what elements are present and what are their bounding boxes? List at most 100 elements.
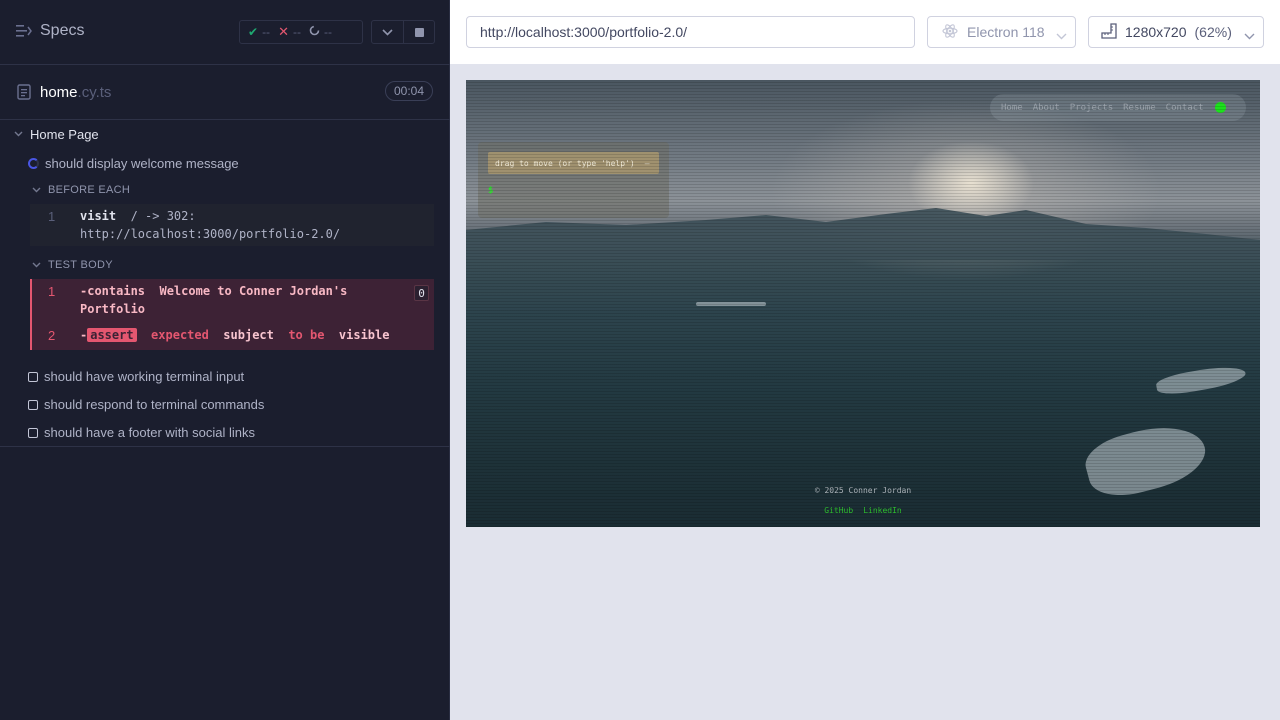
url-bar[interactable]: http://localhost:3000/portfolio-2.0/	[466, 16, 915, 48]
hook-test-body[interactable]: TEST BODY	[32, 259, 113, 271]
pending-count: --	[323, 25, 332, 39]
failed-count: --	[292, 25, 301, 39]
test-running[interactable]: should display welcome message	[28, 156, 239, 171]
linkedin-link[interactable]: LinkedIn	[863, 506, 902, 515]
element-count-badge: 0	[414, 285, 429, 301]
hook-before-each[interactable]: BEFORE EACH	[32, 184, 130, 196]
running-spinner-icon	[28, 158, 39, 169]
command-name: contains	[87, 284, 146, 298]
command-message: / -> 302:	[130, 209, 196, 223]
divider	[0, 446, 450, 447]
test-pending[interactable]: should have a footer with social links	[28, 425, 255, 440]
test-pending[interactable]: should respond to terminal commands	[28, 397, 264, 412]
passed-count: --	[262, 25, 271, 39]
water-reflection	[696, 302, 766, 306]
command-url: http://localhost:3000/portfolio-2.0/	[80, 227, 341, 241]
terminal-titlebar[interactable]: drag to move (or type 'help') —	[488, 152, 659, 174]
site-nav: Home About Projects Resume Contact	[990, 94, 1246, 121]
chevron-down-icon	[1056, 27, 1067, 43]
nav-home[interactable]: Home	[1001, 103, 1023, 113]
test-title: should respond to terminal commands	[44, 397, 265, 412]
nav-projects[interactable]: Projects	[1070, 103, 1113, 113]
test-stats: ✔ -- ✕ -- --	[239, 20, 363, 44]
assert-word: subject	[223, 328, 274, 342]
command-message: Welcome to Conner Jordan's	[159, 284, 348, 298]
x-icon: ✕	[278, 24, 289, 39]
assert-badge: assert	[87, 328, 137, 342]
specs-label: Specs	[40, 22, 85, 39]
failed-stat: ✕ --	[278, 24, 301, 40]
browser-name: Electron 118	[967, 24, 1045, 40]
electron-icon	[942, 23, 958, 42]
viewport-selector[interactable]: 1280x720 (62%)	[1088, 16, 1264, 48]
assert-word: visible	[338, 328, 390, 342]
minimize-icon[interactable]: —	[645, 159, 650, 168]
pending-checkbox-icon	[28, 427, 38, 438]
reporter-header: Specs ✔ -- ✕ -- --	[0, 0, 450, 65]
command-number: 2	[48, 328, 56, 343]
passed-stat: ✔ --	[248, 25, 270, 39]
stop-icon	[414, 27, 424, 37]
command-number: 1	[48, 284, 56, 299]
pending-spinner-icon	[309, 25, 320, 39]
document-icon	[17, 84, 31, 105]
spec-file-header: home.cy.ts 00:04	[0, 65, 450, 120]
nav-resume[interactable]: Resume	[1123, 103, 1156, 113]
browser-selector[interactable]: Electron 118	[927, 16, 1076, 48]
pending-stat: --	[309, 25, 332, 39]
github-link[interactable]: GitHub	[824, 506, 853, 515]
spec-file-extension: .cy.ts	[77, 84, 112, 101]
aut-iframe[interactable]: Home About Projects Resume Contact drag …	[466, 80, 1260, 527]
chevron-down-icon	[14, 129, 23, 140]
reporter-panel: Specs ✔ -- ✕ -- -- home.cy.ts 00:04 Home…	[0, 0, 450, 720]
command-visit[interactable]: 1 visit / -> 302: http://localhost:3000/…	[30, 204, 434, 246]
chevron-down-icon	[1244, 27, 1255, 43]
site-footer: © 2025 Conner Jordan	[814, 486, 912, 495]
nav-contact[interactable]: Contact	[1166, 103, 1204, 113]
terminal-window[interactable]: drag to move (or type 'help') — $	[478, 142, 669, 218]
test-title: should display welcome message	[45, 156, 239, 171]
check-icon: ✔	[248, 25, 259, 39]
assert-word: to be	[288, 328, 325, 342]
suite-title: Home Page	[30, 127, 99, 142]
app-under-test-panel: http://localhost:3000/portfolio-2.0/ Ele…	[450, 0, 1280, 720]
chevron-down-icon	[32, 185, 41, 196]
command-text: visit / -> 302: http://localhost:3000/po…	[80, 207, 340, 243]
command-text: - assert expected subject to be visible	[80, 326, 389, 344]
pending-checkbox-icon	[28, 399, 38, 410]
stop-button[interactable]	[403, 21, 434, 43]
command-log-failed: 1 -contains Welcome to Conner Jordan's P…	[30, 279, 434, 350]
command-number: 1	[48, 209, 56, 224]
pending-checkbox-icon	[28, 371, 38, 382]
terminal-prompt: $	[488, 186, 494, 196]
cypress-runner: Specs ✔ -- ✕ -- -- home.cy.ts 00:04 Home…	[0, 0, 1280, 720]
run-controls	[371, 20, 435, 44]
social-links: GitHub LinkedIn	[466, 506, 1260, 515]
test-pending[interactable]: should have working terminal input	[28, 369, 244, 384]
terminal-title: drag to move (or type 'help')	[495, 158, 635, 168]
aut-header: http://localhost:3000/portfolio-2.0/ Ele…	[450, 0, 1280, 64]
suite-home-page[interactable]: Home Page	[14, 127, 99, 142]
viewport-size: 1280x720	[1125, 24, 1187, 40]
theme-toggle-icon[interactable]	[1214, 102, 1226, 113]
hook-title: TEST BODY	[48, 259, 113, 271]
viewport-scale: (62%)	[1194, 24, 1232, 40]
water-reflection	[1154, 362, 1248, 398]
assert-word: expected	[151, 328, 209, 342]
expand-button[interactable]	[372, 21, 403, 43]
hook-title: BEFORE EACH	[48, 184, 131, 196]
command-message-cont: Portfolio	[80, 302, 146, 316]
duration-badge: 00:04	[385, 81, 433, 101]
ruler-icon	[1101, 22, 1117, 42]
command-text: -contains Welcome to Conner Jordan's Por…	[80, 282, 347, 318]
specs-list-icon	[16, 24, 32, 38]
spec-file-name[interactable]: home.cy.ts	[40, 84, 111, 101]
test-title: should have working terminal input	[44, 369, 245, 384]
specs-button[interactable]: Specs	[16, 22, 84, 40]
command-name: visit	[80, 209, 117, 223]
nav-about[interactable]: About	[1033, 103, 1060, 113]
chevron-down-icon	[32, 260, 41, 271]
spec-file-basename: home	[40, 84, 78, 101]
test-title: should have a footer with social links	[44, 425, 256, 440]
chevron-down-icon	[382, 23, 393, 41]
